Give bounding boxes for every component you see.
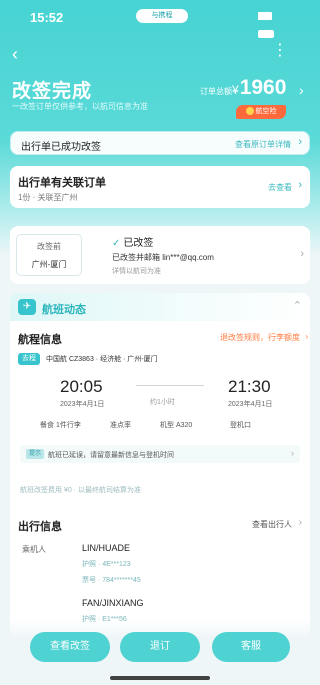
- change-status: ✓ 已改签: [112, 238, 154, 249]
- view-passengers-link[interactable]: 查看出行人: [252, 519, 292, 530]
- before-change-route: 广州-厦门: [31, 260, 67, 269]
- order-price[interactable]: ¥1960: [232, 76, 286, 100]
- arrival-date: 2023年4月1日: [228, 401, 273, 408]
- chevron-right-icon: ›: [298, 517, 302, 528]
- baggage-rules-link[interactable]: 退改签规则，行李额度 ›: [220, 332, 308, 343]
- dynamic-island: 与携程: [136, 9, 188, 23]
- currency-symbol: ¥: [232, 83, 239, 97]
- service-button[interactable]: 客服: [212, 632, 290, 662]
- before-change-box: 改签前 广州-厦门: [16, 234, 82, 276]
- passenger-1-passport: 护照 · 4E***123: [82, 561, 131, 568]
- check-icon: ✓: [112, 238, 121, 249]
- chevron-right-icon: ›: [291, 448, 294, 458]
- order-status-row[interactable]: 出行单已成功改签 查看原订单详情 ›: [10, 131, 310, 155]
- chevron-up-icon[interactable]: ⌃: [293, 299, 302, 312]
- notice-text: 航班已延误，请留意最新信息与登机时间: [48, 452, 174, 459]
- status-time: 15:52: [30, 10, 64, 25]
- view-original-link[interactable]: 查看原订单详情: [235, 139, 291, 150]
- flight-duration: 约1小时: [150, 399, 175, 406]
- badge-icon: [245, 107, 254, 116]
- departure-time: 20:05: [60, 377, 103, 396]
- refund-button[interactable]: 退订: [120, 632, 200, 662]
- flight-number: 中国航 CZ3863 · 经济舱 · 广州-厦门: [46, 356, 158, 363]
- passenger-1-name: LIN/HUADE: [82, 543, 131, 553]
- page-title: 改签完成: [12, 81, 93, 102]
- chevron-right-icon: ›: [300, 248, 304, 260]
- departure-date: 2023年4月1日: [60, 401, 105, 408]
- before-change-label: 改签前: [37, 242, 61, 251]
- signal-icon: [258, 12, 272, 20]
- passenger-2-name: FAN/JINXIANG: [82, 598, 144, 608]
- passenger-label: 乘机人: [22, 545, 46, 554]
- change-email: 已改签并邮箱 lin***@qq.com: [112, 253, 214, 262]
- flight-duration-line: [136, 385, 204, 386]
- fee-footnote: 航班改签费用 ¥0 · 以最终航司结算为准: [20, 487, 141, 494]
- chevron-right-icon[interactable]: ›: [299, 82, 304, 98]
- feature-meal: 餐食 1件行李: [40, 422, 81, 429]
- flight-header-title: 航班动态: [42, 304, 86, 316]
- home-indicator[interactable]: [110, 676, 210, 680]
- price-value: 1960: [239, 76, 287, 99]
- flight-notice[interactable]: 提示 航班已延误，请留意最新信息与登机时间 ›: [20, 445, 300, 463]
- status-bar: 15:52 与携程: [0, 0, 320, 38]
- back-icon[interactable]: ‹: [12, 44, 18, 65]
- flight-card-header[interactable]: ✈ 航班动态 ⌃: [10, 293, 310, 321]
- menu-icon[interactable]: ⋮: [272, 40, 302, 70]
- arrival-time: 21:30: [228, 377, 271, 396]
- assoc-title: 出行单有关联订单: [18, 177, 106, 189]
- change-note: 详情以航司为准: [112, 268, 161, 275]
- feature-ontime: 准点率: [110, 422, 131, 429]
- view-change-button[interactable]: 查看改签: [30, 632, 110, 662]
- battery-icon: [258, 30, 274, 38]
- price-label: 订单总额: [200, 87, 232, 96]
- chevron-right-icon: ›: [298, 136, 302, 148]
- order-status-label: 出行单已成功改签: [21, 142, 101, 153]
- page-subtitle: 一改签订单仅供参考，以航司信息为准: [12, 102, 148, 111]
- trip-section-title: 出行信息: [18, 521, 62, 533]
- chevron-right-icon: ›: [298, 179, 302, 191]
- flight-card: ✈ 航班动态 ⌃ 航程信息 退改签规则，行李额度 › 去程 中国航 CZ3863 …: [10, 293, 310, 521]
- insurance-tag: 航空险: [236, 105, 286, 119]
- flight-section-title: 航程信息: [18, 334, 62, 346]
- plane-icon: ✈: [18, 299, 36, 315]
- change-info-card[interactable]: 改签前 广州-厦门 ✓ 已改签 已改签并邮箱 lin***@qq.com 详情以航…: [10, 226, 310, 284]
- system-indicators: [254, 12, 296, 38]
- feature-gate: 登机口: [230, 422, 251, 429]
- assoc-view-link[interactable]: 去查看: [268, 182, 292, 193]
- notice-tag: 提示: [26, 449, 44, 459]
- passenger-1-ticket: 票号 · 784*******45: [82, 577, 141, 584]
- trip-info-card: 出行信息 查看出行人 › 乘机人 LIN/HUADE 护照 · 4E***123…: [10, 506, 310, 636]
- associated-order-card[interactable]: 出行单有关联订单 1份 · 关联至广州 去查看 ›: [10, 166, 310, 208]
- feature-aircraft: 机型 A320: [160, 422, 193, 429]
- chevron-right-icon: ›: [305, 332, 308, 341]
- departure-tag: 去程: [18, 353, 40, 365]
- assoc-detail: 1份 · 关联至广州: [18, 193, 78, 202]
- flight-features: 餐食 1件行李 准点率 机型 A320 登机口: [40, 420, 290, 432]
